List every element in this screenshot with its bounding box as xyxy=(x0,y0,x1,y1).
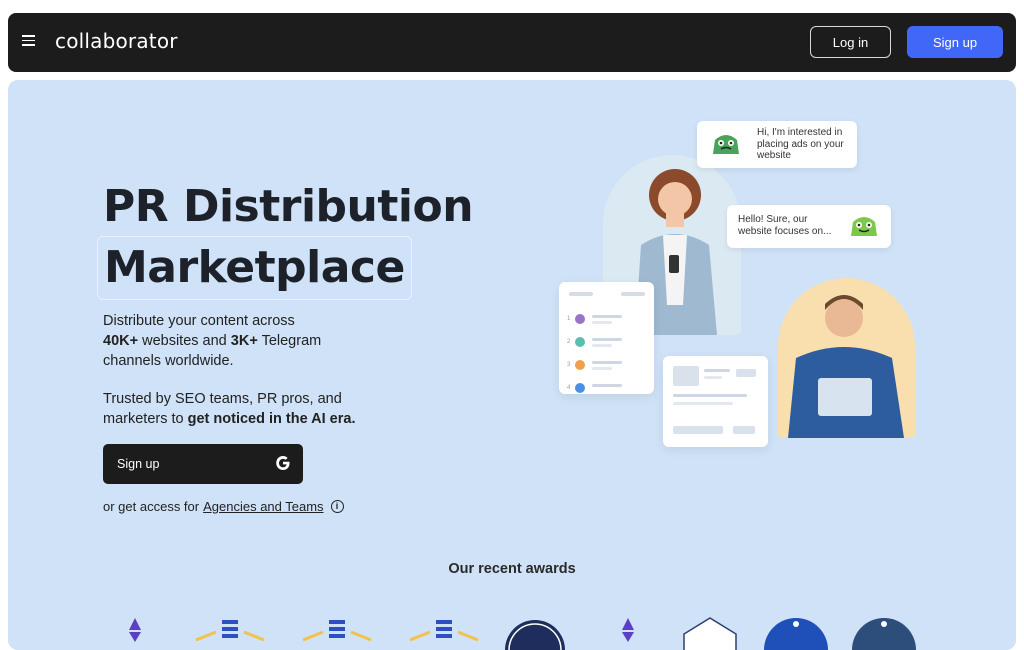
crozdesk-badge-icon xyxy=(852,618,916,650)
hero-illustration: Hi, I'm interested in placing ads on you… xyxy=(548,110,948,450)
info-icon[interactable]: i xyxy=(330,500,344,513)
page-title: PR Distribution Marketplace xyxy=(97,178,474,300)
telegram-count: 3K+ xyxy=(230,333,258,349)
green-monster-icon xyxy=(851,217,877,236)
desc-telegram-suffix: Telegram xyxy=(261,333,322,349)
g2-badge-icon xyxy=(622,618,634,642)
capterra-badge-icon xyxy=(409,620,479,642)
signup-button-main[interactable]: Sign up xyxy=(103,444,303,484)
capterra-badge-icon xyxy=(195,620,265,642)
man-photo xyxy=(778,278,915,438)
desc-websites-suffix: websites and xyxy=(142,333,227,349)
desc-suffix: channels worldwide. xyxy=(103,353,234,369)
desc-prefix: Distribute your content across xyxy=(103,313,295,329)
chat-bubble-reply: Hello! Sure, our website focuses on... xyxy=(727,205,891,248)
google-icon xyxy=(276,456,290,470)
detail-card-graphic xyxy=(673,366,756,434)
login-button[interactable]: Log in xyxy=(810,26,891,58)
agency-access: or get access for Agencies and Teams i xyxy=(103,499,344,514)
access-prefix: or get access for xyxy=(103,499,200,514)
list-card: 1 2 3 4 xyxy=(559,282,654,394)
hero-section: PR Distribution Marketplace Distribute y… xyxy=(8,80,1016,650)
chat-bubble-inquiry: Hi, I'm interested in placing ads on you… xyxy=(697,121,857,168)
bubble1-text: Hi, I'm interested in placing ads on you… xyxy=(757,127,844,161)
hero-description: Distribute your content across 40K+ webs… xyxy=(103,311,403,371)
capterra-badge-icon xyxy=(302,620,372,642)
signup-button-header[interactable]: Sign up xyxy=(907,26,1003,58)
trust-text: Trusted by SEO teams, PR pros, and marke… xyxy=(103,389,403,429)
list-number: 2 xyxy=(567,339,571,345)
green-monster-icon xyxy=(713,135,739,154)
list-number: 1 xyxy=(567,316,571,322)
websites-count: 40K+ xyxy=(103,333,139,349)
crozdesk-badge-icon xyxy=(764,618,828,650)
signup-label: Sign up xyxy=(117,457,160,471)
circle-award-badge-icon xyxy=(505,620,565,650)
title-line-2: Marketplace xyxy=(97,236,412,300)
top-navbar: collaborator Log in Sign up xyxy=(8,13,1016,72)
man-figure xyxy=(788,295,904,438)
logo[interactable]: collaborator xyxy=(55,29,178,53)
title-line-1: PR Distribution xyxy=(103,181,474,232)
awards-badges-row xyxy=(129,617,916,650)
trust-bold: get noticed in the AI era. xyxy=(187,411,356,427)
list-number: 4 xyxy=(567,385,571,391)
g2-badge-icon xyxy=(129,618,141,642)
software-suggest-badge-icon xyxy=(683,617,737,650)
hamburger-menu-icon[interactable] xyxy=(20,32,38,52)
list-number: 3 xyxy=(567,362,571,368)
list-card-graphic: 1 2 3 4 xyxy=(567,292,645,393)
detail-card xyxy=(663,356,768,447)
agencies-teams-link[interactable]: Agencies and Teams xyxy=(203,499,323,514)
awards-heading: Our recent awards xyxy=(448,561,576,577)
bubble2-text: Hello! Sure, our website focuses on... xyxy=(738,214,832,237)
